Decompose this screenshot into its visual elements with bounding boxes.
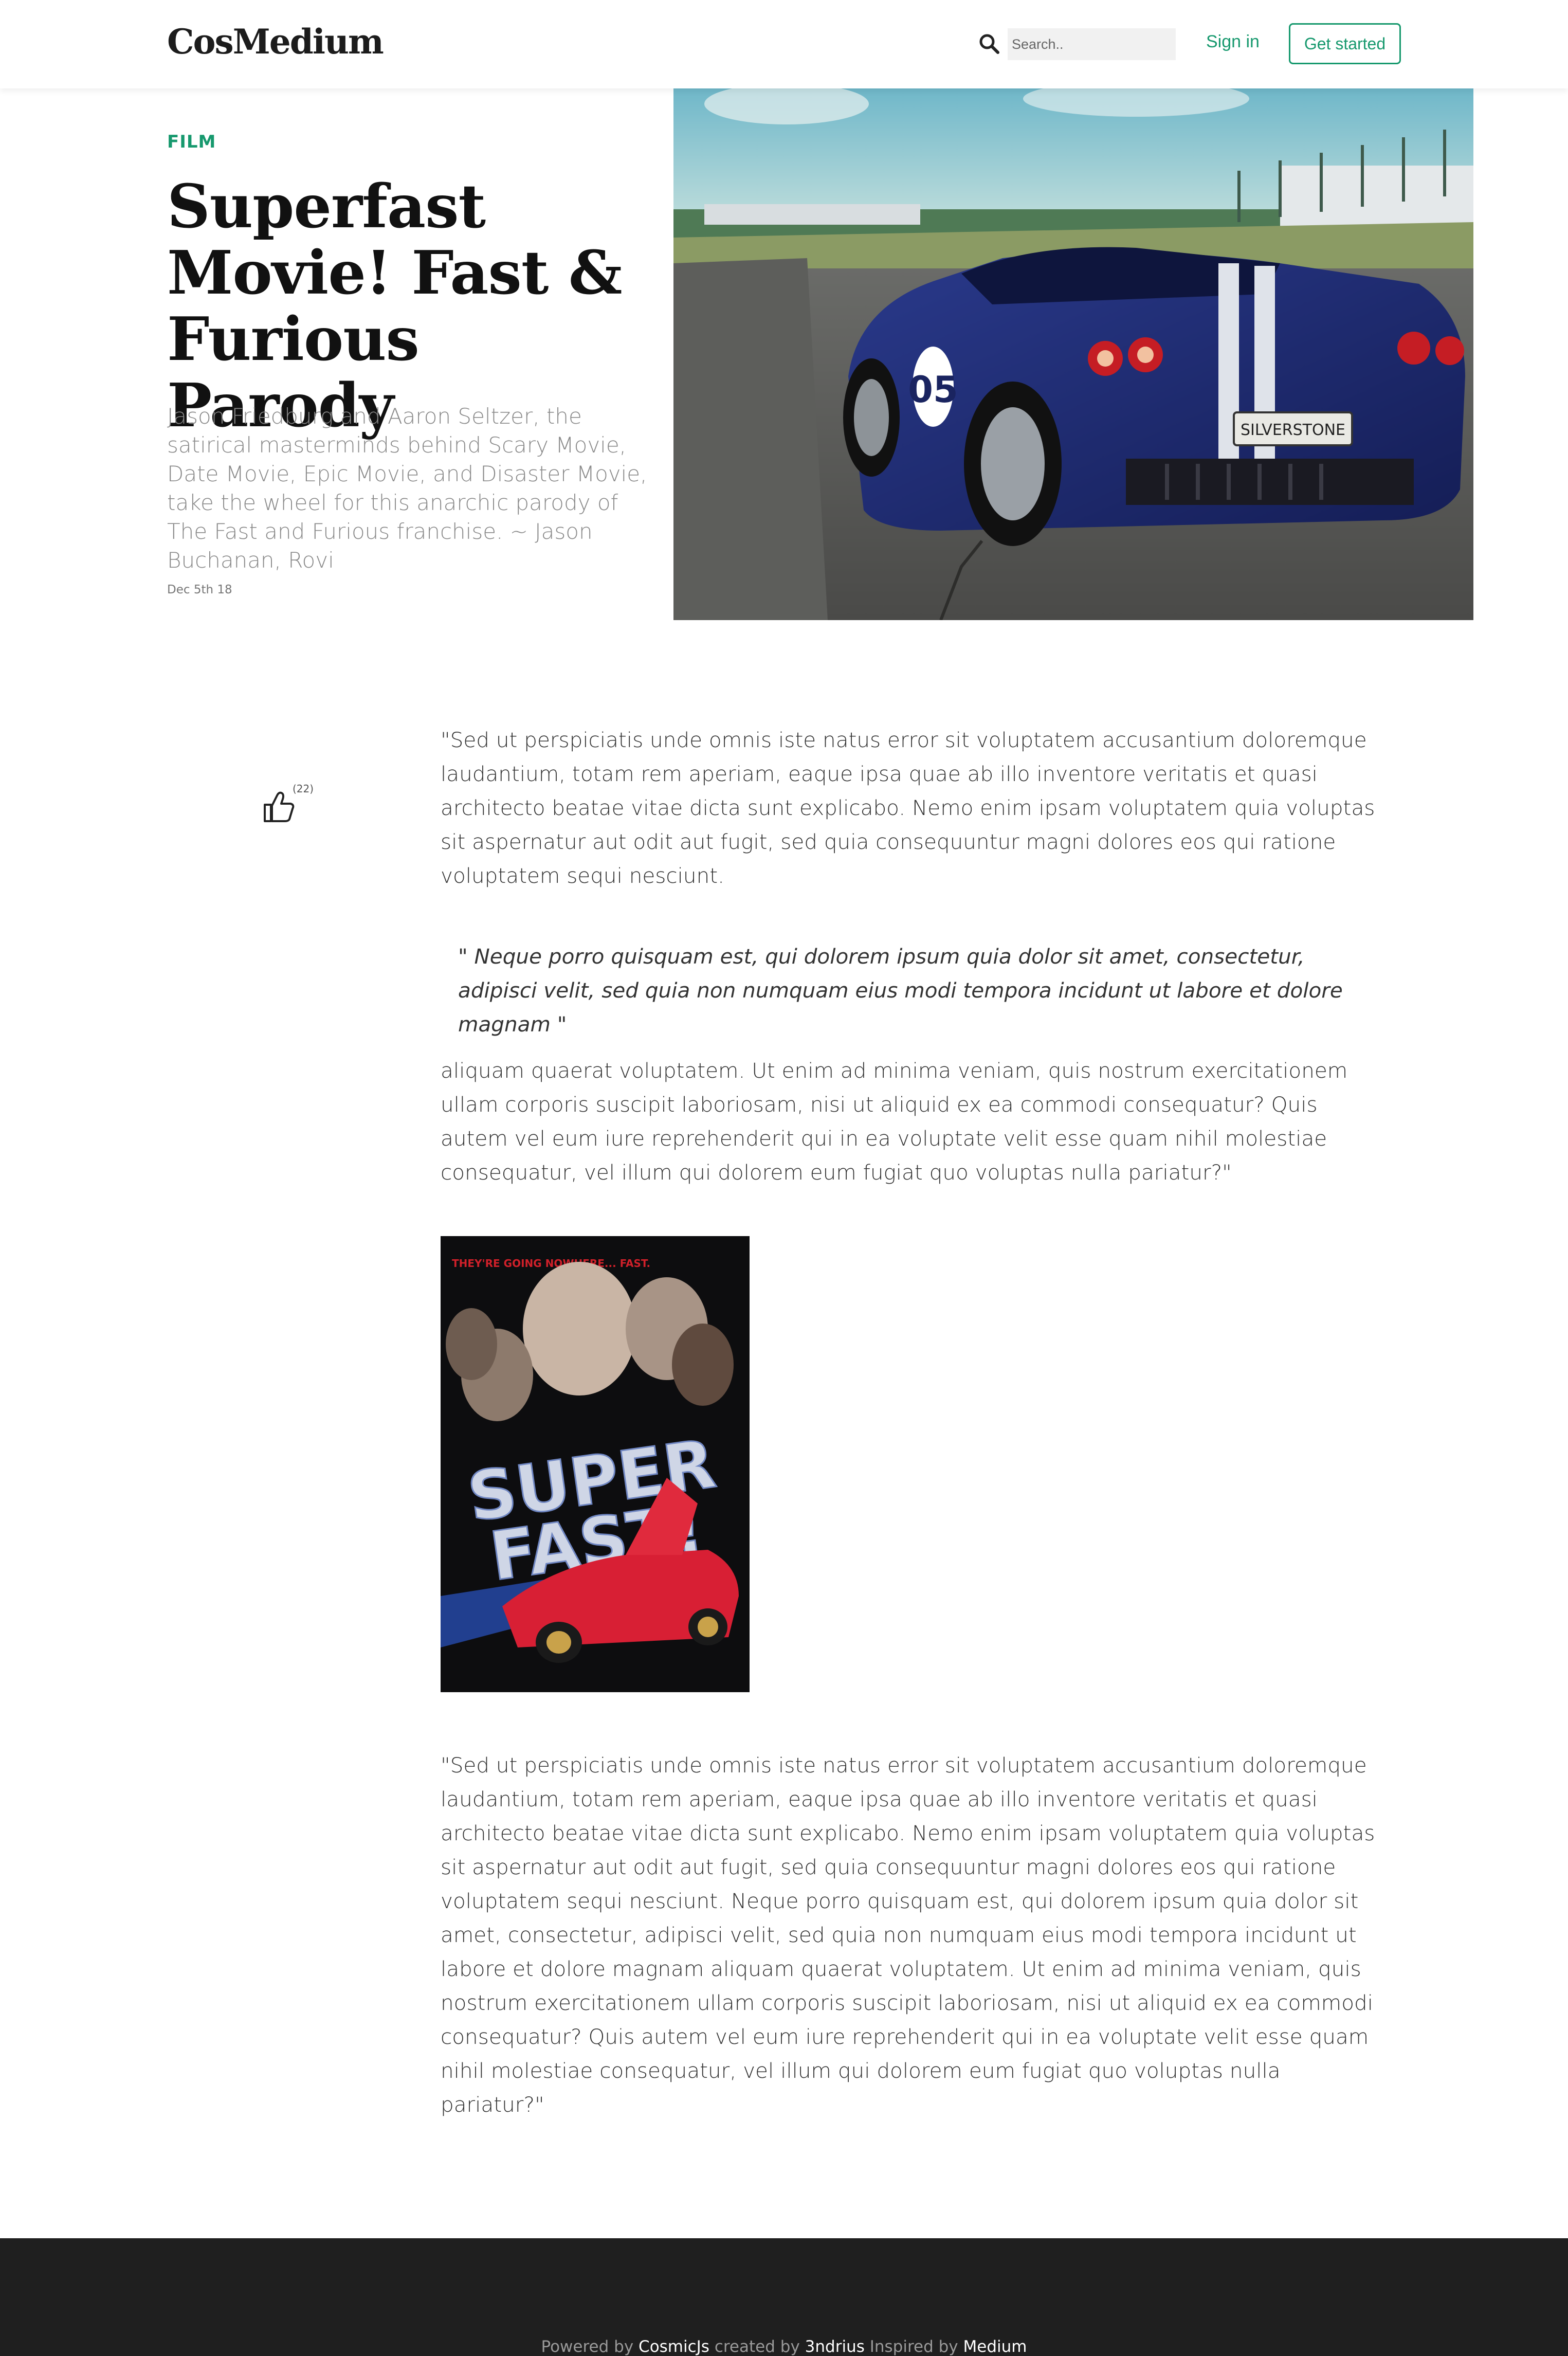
article-paragraph-3: "Sed ut perspiciatis unde omnis iste nat… [441,1753,1375,2117]
article-quote: " Neque porro quisquam est, qui dolorem … [458,944,1343,1037]
search-input[interactable] [1008,28,1176,60]
brand-logo[interactable]: CosMedium [167,22,384,62]
search-box [978,28,1176,60]
footer-inspired-by: Inspired by [869,2337,958,2356]
footer-credits: Powered by CosmicJs created by 3ndrius I… [0,2337,1568,2356]
get-started-button[interactable]: Get started [1289,23,1401,64]
hero-car-number: 05 [908,369,958,411]
like-count: (22) [293,783,314,795]
article-title: Superfast Movie! Fast & Furious Parody [167,172,623,441]
article-subtitle: Jason Friedburg and Aaron Seltzer, the s… [167,404,647,573]
hero-plate-text: SILVERSTONE [1241,421,1345,439]
top-navbar: CosMedium Sign in Get started [0,0,1568,88]
page-footer: Powered by CosmicJs created by 3ndrius I… [0,2238,1568,2356]
poster-tagline: THEY'RE GOING NOWHERE... FAST. [452,1257,650,1270]
movie-poster-image: THEY'RE GOING NOWHERE... FAST. SUPER FAS… [441,1236,750,1692]
footer-powered-by: Powered by [541,2337,634,2356]
footer-created-by: created by [714,2337,800,2356]
article-paragraph-2: aliquam quaerat voluptatem. Ut enim ad m… [441,1058,1348,1185]
article-date: Dec 5th 18 [167,583,232,596]
hero-image: SILVERSTONE 05 [673,88,1473,620]
thumbs-up-icon[interactable] [261,788,297,824]
article-category[interactable]: FILM [167,132,216,152]
sign-in-link[interactable]: Sign in [1206,32,1260,52]
author-link[interactable]: 3ndrius [805,2337,865,2356]
cosmicjs-link[interactable]: CosmicJs [639,2337,709,2356]
article-paragraph-1: "Sed ut perspiciatis unde omnis iste nat… [441,728,1375,888]
medium-link[interactable]: Medium [963,2337,1027,2356]
search-icon[interactable] [978,32,1000,55]
